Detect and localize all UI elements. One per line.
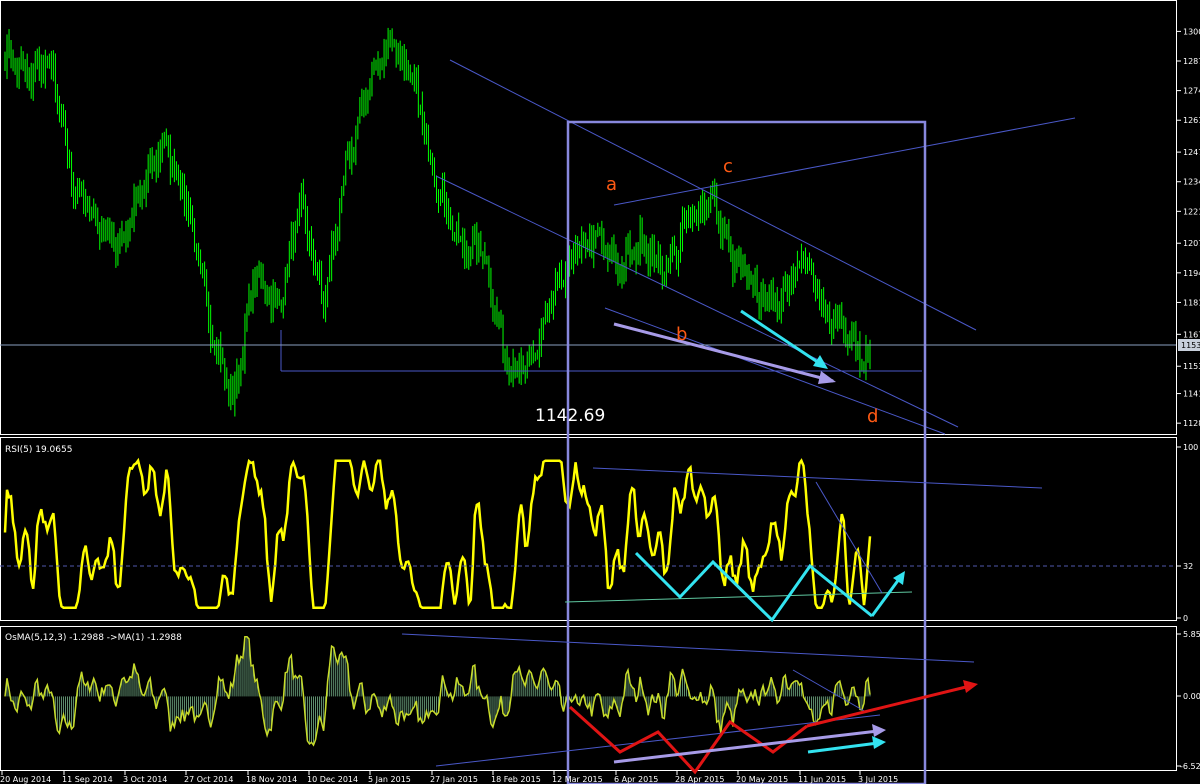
price-tick-label: 1167 [1183,330,1200,339]
rsi-tick-32: 32 [1183,562,1193,571]
price-tick-label: 1153 [1183,362,1200,371]
current-price-tag-text: 1153 [1181,341,1200,350]
date-tick-label: 20 Aug 2014 [0,775,51,784]
osma-tick-max: 5.85 [1183,630,1200,639]
price-tick-label: 1141 [1183,390,1200,399]
price-tick-label: 1181 [1183,298,1200,307]
date-tick-label: 18 Feb 2015 [491,775,541,784]
osma-label: OsMA(5,12,3) -1.2988 ->MA(1) -1.2988 [5,633,182,643]
price-tick-label: 1274 [1183,87,1200,96]
price-tick-label: 1128 [1183,419,1200,428]
price-tick-label: 1207 [1183,239,1200,248]
price-tick-label: 1300 [1183,27,1200,36]
date-tick-label: 5 Jan 2015 [368,775,411,784]
price-tick-label: 1247 [1183,148,1200,157]
price-tick-label: 1221 [1183,207,1200,216]
label-b: b [676,324,687,345]
price-tick-label: 1287 [1183,57,1200,66]
date-tick-label: 20 May 2015 [736,775,788,784]
date-tick-label: 3 Jul 2015 [858,775,898,784]
label-d: d [867,406,878,427]
price-tick-label: 1234 [1183,178,1200,187]
rsi-label: RSI(5) 19.0655 [5,445,72,455]
date-tick-label: 27 Oct 2014 [184,775,233,784]
trading-chart: a b c d 1142.69 RSI(5) 19.0655 OsMA(5,12… [0,0,1200,784]
price-tick-label: 1261 [1183,116,1200,125]
date-tick-label: 11 Jun 2015 [798,775,846,784]
osma-tick-min: -6.52 [1180,762,1200,771]
date-tick-label: 28 Apr 2015 [675,775,724,784]
level-value-label: 1142.69 [535,406,605,426]
date-tick-label: 12 Mar 2015 [552,775,603,784]
date-tick-label: 27 Jan 2015 [430,775,478,784]
date-tick-label: 18 Nov 2014 [246,775,297,784]
rsi-tick-0: 0 [1183,614,1188,623]
price-tick-label: 1194 [1183,269,1200,278]
date-tick-label: 11 Sep 2014 [62,775,113,784]
date-tick-label: 6 Apr 2015 [614,775,658,784]
osma-tick-zero: 0.00 [1183,692,1200,701]
label-c: c [723,156,733,177]
date-tick-label: 10 Dec 2014 [307,775,358,784]
rsi-tick-100: 100 [1183,443,1198,452]
date-tick-label: 3 Oct 2014 [123,775,167,784]
label-a: a [606,174,617,195]
